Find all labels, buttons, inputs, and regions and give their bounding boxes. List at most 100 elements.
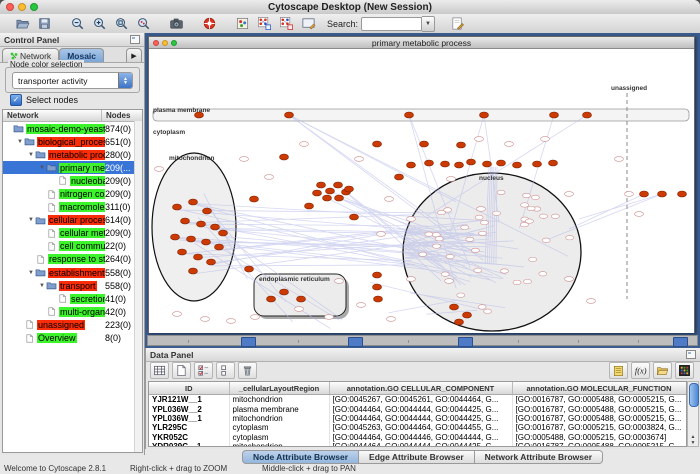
- tree-row[interactable]: macromolecule311(0): [3, 201, 142, 214]
- attribute-matrix-button[interactable]: [675, 362, 694, 379]
- float-panel-icon[interactable]: [686, 350, 696, 359]
- attribute-batch-select-button[interactable]: [194, 362, 213, 379]
- select-nodes-checkbox[interactable]: ✓: [10, 94, 22, 106]
- table-cell[interactable]: YJR121W__1: [149, 395, 229, 405]
- table-row[interactable]: YKR052Ccytoplasm[GO:0044464, GO:0044446,…: [149, 433, 686, 442]
- table-cell[interactable]: cytoplasm: [229, 433, 329, 442]
- node-color-select[interactable]: transporter activity ▲▼: [12, 72, 133, 89]
- window-titlebar[interactable]: Cytoscape Desktop (New Session): [0, 0, 700, 15]
- table-column-header[interactable]: annotation.GO MOLECULAR_FUNCTION: [512, 382, 686, 395]
- table-cell[interactable]: YKR052C: [149, 433, 229, 442]
- table-cell[interactable]: [GO:0016787, GO:0005488, GO:0005215, G..…: [512, 404, 686, 413]
- tree-row[interactable]: response to stimulus264(0): [3, 253, 142, 266]
- table-column-header[interactable]: _cellularLayoutRegion: [229, 382, 329, 395]
- tree-row[interactable]: nucleobase-containing209(0): [3, 174, 142, 187]
- expander-icon[interactable]: ▼: [38, 283, 46, 289]
- open-session-button[interactable]: [12, 15, 32, 32]
- table-cell[interactable]: [GO:0016787, GO:0005488, GO:0005215, G..…: [512, 414, 686, 423]
- tab-overflow-arrow[interactable]: ▶: [126, 48, 142, 62]
- import-attributes-button[interactable]: [609, 362, 628, 379]
- vizmapper-button[interactable]: [232, 15, 252, 32]
- attribute-unselect-button[interactable]: [216, 362, 235, 379]
- tree-row[interactable]: Overview8(0): [3, 332, 142, 345]
- table-column-header[interactable]: ID: [149, 382, 229, 395]
- expander-icon[interactable]: ▼: [27, 217, 35, 223]
- table-cell[interactable]: [GO:0016787, GO:0005488, GO:0005215, G..…: [512, 442, 686, 447]
- network-view-titlebar[interactable]: primary metabolic process: [149, 37, 694, 49]
- tree-row[interactable]: multi-organism process42(0): [3, 305, 142, 318]
- table-cell[interactable]: [GO:0016787, GO:0005488, GO:0005215, G..…: [512, 395, 686, 405]
- tree-col-nodes[interactable]: Nodes: [102, 110, 142, 121]
- table-cell[interactable]: [GO:0044464, GO:0044444, GO:0044425, G..…: [329, 404, 512, 413]
- network-canvas[interactable]: plasma membrane cytoplasm mitochondrion …: [149, 49, 694, 333]
- table-cell[interactable]: plasma membrane: [229, 404, 329, 413]
- table-row[interactable]: YPL036W__1mitochondrion[GO:0044464, GO:0…: [149, 414, 686, 423]
- tree-row[interactable]: unassigned223(0): [3, 318, 142, 331]
- edit-page-button[interactable]: [447, 15, 467, 32]
- table-row[interactable]: YPL036W__2plasma membrane[GO:0044464, GO…: [149, 404, 686, 413]
- function-builder-button[interactable]: f(x): [631, 362, 650, 379]
- table-cell[interactable]: [GO:0045263, GO:0044464, GO:0044455, G..…: [329, 423, 512, 432]
- tree-row[interactable]: mosaic-demo-yeast874(0): [3, 122, 142, 135]
- table-row[interactable]: YLR295Ccytoplasm[GO:0045263, GO:0044464,…: [149, 423, 686, 432]
- tree-row[interactable]: ▼biological_process651(0): [3, 135, 142, 148]
- table-cell[interactable]: [GO:0005488, GO:0005215, GO:0003674]: [512, 433, 686, 442]
- tree-row[interactable]: ▼establishment of localization558(0): [3, 266, 142, 279]
- float-panel-icon[interactable]: [130, 35, 140, 44]
- attribute-delete-button[interactable]: [238, 362, 257, 379]
- table-column-header[interactable]: annotation.GO CELLULAR_COMPONENT: [329, 382, 512, 395]
- table-cell[interactable]: cytoplasm: [229, 423, 329, 432]
- tree-row[interactable]: cell communication22(0): [3, 240, 142, 253]
- zoom-selected-button[interactable]: [133, 15, 153, 32]
- annotations-button[interactable]: [298, 15, 318, 32]
- data-panel-toolbar: f(x): [146, 360, 700, 381]
- table-cell[interactable]: mitochondrion: [229, 442, 329, 447]
- tree-row[interactable]: ▼transport558(0): [3, 279, 142, 292]
- table-cell[interactable]: mitochondrion: [229, 414, 329, 423]
- expander-icon[interactable]: ▼: [38, 165, 46, 171]
- table-cell[interactable]: YDR039C__1: [149, 442, 229, 447]
- tree-row[interactable]: cellular metabolic209(0): [3, 227, 142, 240]
- table-cell[interactable]: [GO:0016787, GO:0005215, GO:0003824, G..…: [512, 423, 686, 432]
- tree-row-label: metabolic process: [48, 150, 105, 160]
- attribute-tab-node[interactable]: Node Attribute Browser: [242, 450, 359, 464]
- tree-row[interactable]: ▼primary metabolic process209(...: [3, 161, 142, 174]
- zoom-in-button[interactable]: [89, 15, 109, 32]
- table-cell[interactable]: YPL036W__1: [149, 414, 229, 423]
- zoom-fit-button[interactable]: [111, 15, 131, 32]
- table-cell[interactable]: [GO:0044464, GO:0044446, GO:0044444, G..…: [329, 433, 512, 442]
- attribute-select-button[interactable]: [150, 362, 169, 379]
- scrollbar-thumb[interactable]: [689, 383, 699, 407]
- table-row[interactable]: YJR121W__1mitochondrion[GO:0045267, GO:0…: [149, 395, 686, 405]
- table-cell[interactable]: mitochondrion: [229, 395, 329, 405]
- attribute-tab-network[interactable]: Network Attribute Browser: [475, 450, 603, 464]
- zoom-out-button[interactable]: [67, 15, 87, 32]
- search-dropdown-arrow[interactable]: ▼: [422, 16, 435, 32]
- table-cell[interactable]: YPL036W__2: [149, 404, 229, 413]
- tree-scrollbar[interactable]: [134, 121, 142, 452]
- table-row[interactable]: YDR039C__1mitochondrion[GO:0044464, GO:0…: [149, 442, 686, 447]
- help-button[interactable]: [199, 15, 219, 32]
- attribute-create-button[interactable]: [172, 362, 191, 379]
- expander-icon[interactable]: ▼: [27, 270, 35, 276]
- tree-row[interactable]: ▼metabolic process280(0): [3, 148, 142, 161]
- expander-icon[interactable]: ▼: [16, 139, 24, 145]
- tree-col-network[interactable]: Network: [3, 110, 102, 121]
- load-attributes-button[interactable]: [653, 362, 672, 379]
- tree-row[interactable]: ▼cellular process614(0): [3, 214, 142, 227]
- table-cell[interactable]: [GO:0044464, GO:0044444, GO:0044425, G..…: [329, 442, 512, 447]
- table-scrollbar[interactable]: ▲▼: [687, 381, 699, 447]
- table-cell[interactable]: YLR295C: [149, 423, 229, 432]
- create-network-view-button[interactable]: [254, 15, 274, 32]
- tree-row[interactable]: secretion41(0): [3, 292, 142, 305]
- table-cell[interactable]: [GO:0044464, GO:0044444, GO:0044425, G..…: [329, 414, 512, 423]
- search-input[interactable]: [361, 17, 422, 31]
- destroy-network-view-button[interactable]: [276, 15, 296, 32]
- export-snapshot-button[interactable]: [166, 15, 186, 32]
- scrollbar-arrows[interactable]: ▲▼: [688, 434, 698, 446]
- save-session-button[interactable]: [34, 15, 54, 32]
- table-cell[interactable]: [GO:0045267, GO:0045261, GO:0044464, G..…: [329, 395, 512, 405]
- expander-icon[interactable]: ▼: [27, 152, 35, 158]
- attribute-tab-edge[interactable]: Edge Attribute Browser: [359, 450, 475, 464]
- tree-row[interactable]: nitrogen compound209(0): [3, 187, 142, 200]
